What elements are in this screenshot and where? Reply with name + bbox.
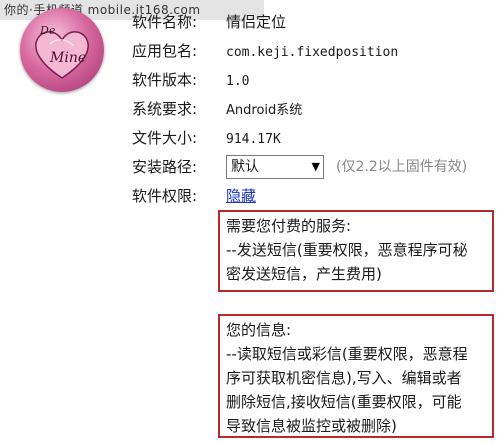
chevron-down-icon: ▼ xyxy=(311,160,320,173)
install-path-selected: 默认 xyxy=(231,159,259,175)
name-value: 情侣定位 xyxy=(226,13,287,31)
row-name: 软件名称: 情侣定位 xyxy=(132,10,286,34)
requirement-value: Android系统 xyxy=(226,103,303,118)
info-line: 导致信息被监控或被删除) xyxy=(226,417,397,435)
package-value: com.keji.fixedposition xyxy=(226,45,399,60)
row-permission: 软件权限: 隐藏 xyxy=(132,184,256,208)
icon-text-top: De xyxy=(39,24,56,37)
info-box: 您的信息: --读取短信或彩信(重要权限，恶意程 序可获取机密信息),写入、编辑… xyxy=(218,314,494,438)
paid-services-line: --发送短信(重要权限，恶意程序可秘 xyxy=(226,241,468,259)
package-label: 应用包名: xyxy=(132,42,198,60)
version-value: 1.0 xyxy=(226,74,250,89)
version-label: 软件版本: xyxy=(132,71,198,89)
info-title: 您的信息: xyxy=(226,321,292,339)
paid-services-line: 密发送短信，产生费用) xyxy=(226,265,382,283)
row-requirement: 系统要求: Android系统 xyxy=(132,97,302,121)
name-label: 软件名称: xyxy=(132,13,198,31)
paid-services-title: 需要您付费的服务: xyxy=(226,217,352,235)
heart-mine-icon: De Mine xyxy=(35,24,89,79)
size-value: 914.17K xyxy=(226,132,281,147)
install-path-select[interactable]: 默认 ▼ xyxy=(226,155,324,179)
install-label: 安装路径: xyxy=(132,158,198,176)
paid-services-box: 需要您付费的服务: --发送短信(重要权限，恶意程序可秘 密发送短信，产生费用) xyxy=(218,210,494,292)
permission-label: 软件权限: xyxy=(132,187,198,205)
info-line: 序可获取机密信息),写入、编辑或者 xyxy=(226,369,462,387)
size-label: 文件大小: xyxy=(132,129,198,147)
requirement-label: 系统要求: xyxy=(132,100,198,118)
app-icon: De Mine xyxy=(20,8,104,92)
info-line: --读取短信或彩信(重要权限，恶意程 xyxy=(226,345,468,363)
permission-toggle-link[interactable]: 隐藏 xyxy=(226,187,256,205)
icon-text-main: Mine xyxy=(49,50,86,66)
row-version: 软件版本: 1.0 xyxy=(132,68,249,92)
row-package: 应用包名: com.keji.fixedposition xyxy=(132,39,398,63)
row-install: 安装路径: xyxy=(132,155,226,179)
row-size: 文件大小: 914.17K xyxy=(132,126,281,150)
install-hint: (仅2.2以上固件有效) xyxy=(336,159,468,175)
info-line: 删除短信,接收短信(重要权限，可能 xyxy=(226,393,462,411)
